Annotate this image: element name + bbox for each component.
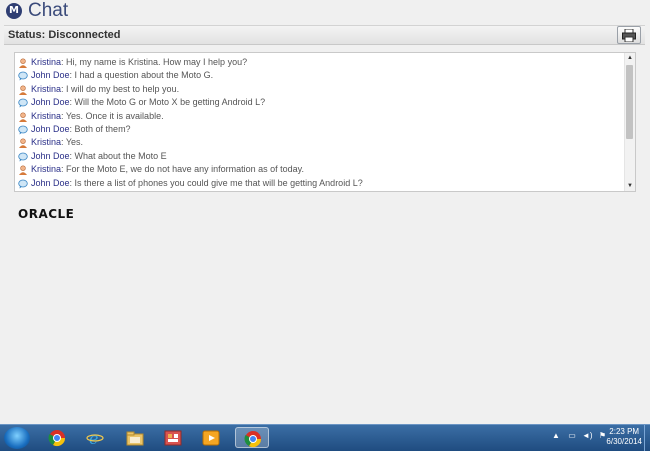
- network-icon[interactable]: ▭: [568, 431, 576, 440]
- scrollbar-thumb[interactable]: [626, 65, 633, 139]
- flag-icon[interactable]: ⚑: [599, 431, 606, 440]
- chat-message: Kristina: Yes.: [17, 136, 623, 149]
- chat-message: Kristina: Yes. Once it is available.: [17, 110, 623, 123]
- internet-explorer-icon: e: [86, 429, 104, 447]
- chat-message: John Doe: Is there a list of phones you …: [17, 177, 623, 190]
- message-author: Kristina: [31, 164, 62, 175]
- chat-message: John Doe: Will the Moto G or Moto X be g…: [17, 96, 623, 109]
- app-icon: [164, 430, 182, 446]
- system-clock[interactable]: 2:23 PM 6/30/2014: [606, 427, 642, 447]
- message-text: : Yes.: [61, 137, 84, 148]
- app-header: M Chat: [0, 0, 650, 24]
- chat-message: Kristina: I will do my best to help you.: [17, 83, 623, 96]
- message-author: John Doe: [31, 97, 70, 108]
- message-text: : I will do my best to help you.: [61, 83, 180, 94]
- agent-avatar-icon: [19, 138, 27, 149]
- media-player-icon: [202, 430, 220, 446]
- volume-icon[interactable]: ◄): [582, 431, 593, 440]
- message-author: John Doe: [31, 123, 70, 134]
- printer-icon: [622, 29, 636, 42]
- user-chat-bubble-icon: [18, 152, 28, 162]
- system-tray: ▲ ▭ ◄) ⚑: [552, 431, 606, 440]
- tray-expand-icon[interactable]: ▲: [552, 431, 560, 440]
- scroll-down-arrow-icon[interactable]: ▼: [625, 181, 635, 191]
- chrome-icon: [48, 430, 66, 447]
- taskbar-chrome-button[interactable]: [40, 427, 74, 448]
- agent-avatar-icon: [19, 85, 27, 95]
- taskbar-app-button[interactable]: [156, 427, 190, 448]
- message-list: Kristina: Hi, my name is Kristina. How m…: [17, 56, 623, 190]
- agent-avatar-icon: [19, 58, 27, 68]
- agent-avatar-icon: [19, 165, 27, 176]
- transcript-scrollbar[interactable]: ▲ ▼: [624, 53, 635, 191]
- page-title: Chat: [28, 0, 69, 21]
- user-chat-bubble-icon: [18, 125, 28, 135]
- chrome-icon: [244, 431, 262, 448]
- user-chat-bubble-icon: [18, 179, 28, 189]
- svg-text:e: e: [89, 429, 98, 447]
- message-text: : Yes. Once it is available.: [61, 110, 164, 121]
- message-text: : Both of them?: [69, 123, 131, 134]
- message-author: John Doe: [31, 150, 70, 161]
- message-text: : For the Moto E, we do not have any inf…: [61, 164, 304, 175]
- message-text: : Hi, my name is Kristina. How may I hel…: [61, 57, 248, 67]
- oracle-logo: ORACLE: [18, 207, 75, 221]
- print-button[interactable]: [617, 26, 641, 44]
- status-bar: Status: Disconnected: [4, 25, 645, 45]
- chat-message: John Doe: What about the Moto E: [17, 150, 623, 163]
- start-button[interactable]: [4, 427, 30, 449]
- windows-taskbar: e ▲ ▭ ◄) ⚑ 2:23 PM 6/30/2014: [0, 424, 650, 451]
- chat-transcript[interactable]: Kristina: Hi, my name is Kristina. How m…: [14, 52, 636, 192]
- user-chat-bubble-icon: [18, 98, 28, 108]
- connection-status: Status: Disconnected: [8, 29, 121, 41]
- clock-time: 2:23 PM: [609, 427, 640, 436]
- message-author: Kristina: [31, 137, 62, 148]
- file-explorer-icon: [126, 431, 144, 446]
- chat-message: Kristina: Hi, my name is Kristina. How m…: [17, 56, 623, 69]
- scroll-up-arrow-icon[interactable]: ▲: [625, 53, 635, 63]
- message-text: : What about the Moto E: [69, 150, 167, 161]
- show-desktop-button[interactable]: [644, 425, 650, 451]
- taskbar-media-button[interactable]: [194, 427, 228, 448]
- taskbar-chrome-active-button[interactable]: [235, 427, 269, 448]
- chat-message: Kristina: For the Moto E, we do not have…: [17, 163, 623, 176]
- message-text: : Is there a list of phones you could gi…: [69, 177, 363, 188]
- agent-avatar-icon: [19, 112, 27, 122]
- chat-message: John Doe: I had a question about the Mot…: [17, 69, 623, 82]
- message-author: Kristina: [31, 57, 62, 67]
- clock-date: 6/30/2014: [606, 437, 642, 446]
- taskbar-explorer-button[interactable]: [118, 427, 152, 448]
- message-author: John Doe: [31, 177, 70, 188]
- chat-message: John Doe: Both of them?: [17, 123, 623, 136]
- motorola-logo: M: [6, 3, 22, 19]
- taskbar-ie-button[interactable]: e: [78, 427, 112, 448]
- message-author: Kristina: [31, 83, 62, 94]
- user-chat-bubble-icon: [18, 71, 28, 81]
- message-text: : Will the Moto G or Moto X be getting A…: [69, 97, 266, 108]
- message-author: John Doe: [31, 70, 70, 81]
- message-author: Kristina: [31, 110, 62, 121]
- message-text: : I had a question about the Moto G.: [69, 70, 214, 81]
